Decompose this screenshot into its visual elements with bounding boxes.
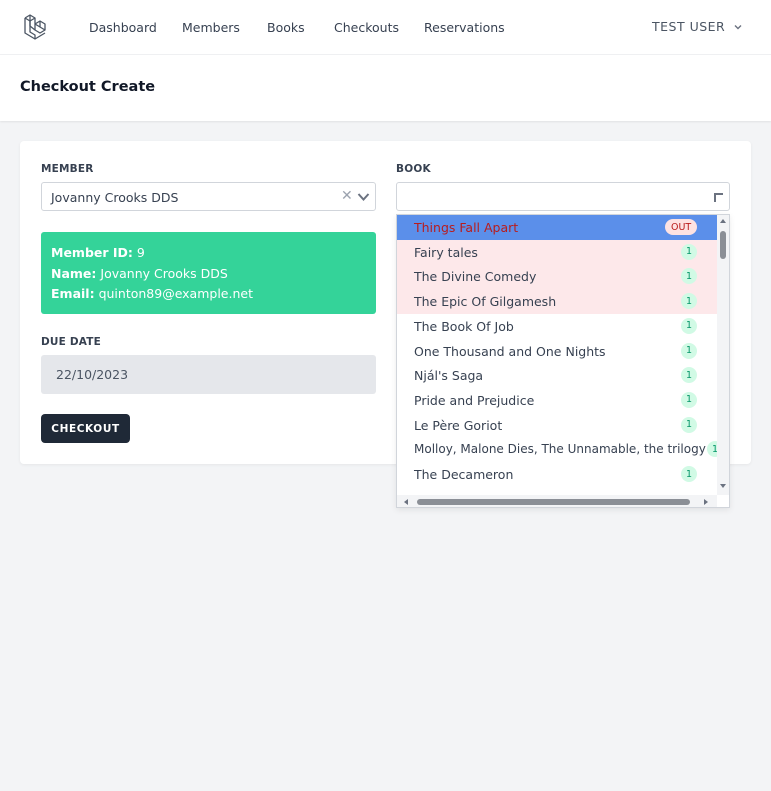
vertical-scrollbar[interactable] <box>717 215 729 495</box>
book-option-title: Njál's Saga <box>414 368 484 384</box>
count-badge: 1 <box>681 367 697 384</box>
book-dropdown-list[interactable]: Things Fall Apart OUT Fairy tales 1 The … <box>396 214 730 508</box>
book-option[interactable]: The Decameron 1 <box>397 462 717 487</box>
member-id-label: Member ID: <box>51 245 133 260</box>
book-option[interactable]: Pride and Prejudice 1 <box>397 388 717 413</box>
status-badge: OUT <box>665 219 698 235</box>
book-option[interactable]: Molloy, Malone Dies, The Unnamable, the … <box>397 437 723 462</box>
member-name-label: Name: <box>51 265 97 281</box>
nav-link-checkouts[interactable]: Checkouts <box>334 20 399 35</box>
user-name: TEST USER <box>652 19 726 34</box>
book-option[interactable]: Things Fall Apart OUT <box>397 215 717 240</box>
chevron-down-icon[interactable] <box>357 191 370 203</box>
member-name-value: Jovanny Crooks DDS <box>100 265 228 281</box>
count-badge: 1 <box>681 391 697 408</box>
member-info-panel: Member ID: 9 Name: Jovanny Crooks DDS Em… <box>41 232 376 314</box>
count-badge: 1 <box>681 268 697 285</box>
nav-link-dashboard[interactable]: Dashboard <box>89 20 157 35</box>
dropdown-caret-icon[interactable] <box>714 193 724 203</box>
nav-link-reservations[interactable]: Reservations <box>424 20 505 35</box>
nav-link-members[interactable]: Members <box>182 20 240 35</box>
page-header: Checkout Create <box>0 55 771 121</box>
book-option[interactable]: The Divine Comedy 1 <box>397 264 717 290</box>
book-option-title: One Thousand and One Nights <box>414 343 606 359</box>
top-navbar: Dashboard Members Books Checkouts Reserv… <box>0 0 771 55</box>
book-option-title: Molloy, Malone Dies, The Unnamable, the … <box>414 442 706 457</box>
count-badge: 1 <box>681 317 697 334</box>
scroll-left-icon[interactable] <box>403 498 409 506</box>
nav-link-books[interactable]: Books <box>267 20 305 35</box>
count-badge: 1 <box>681 243 697 260</box>
user-menu[interactable]: TEST USER <box>652 19 743 34</box>
chevron-down-icon <box>734 24 742 29</box>
book-label: BOOK <box>396 163 431 175</box>
member-select[interactable]: Jovanny Crooks DDS ✕ <box>41 182 376 211</box>
book-option[interactable]: Fairy tales 1 <box>397 239 717 265</box>
checkout-button[interactable]: CHECKOUT <box>41 414 130 443</box>
scroll-up-icon[interactable] <box>719 218 727 224</box>
vertical-scroll-thumb[interactable] <box>720 231 726 259</box>
clear-icon[interactable]: ✕ <box>341 188 353 204</box>
count-badge: 1 <box>681 342 697 359</box>
due-date-value: 22/10/2023 <box>56 367 129 382</box>
book-option-title: Fairy tales <box>414 244 478 260</box>
member-id-value: 9 <box>136 245 145 260</box>
laravel-logo-icon[interactable] <box>22 13 50 41</box>
due-date-label: DUE DATE <box>41 336 102 348</box>
book-option[interactable]: Le Père Goriot 1 <box>397 413 717 438</box>
book-option-title: The Divine Comedy <box>414 269 537 285</box>
book-option-title: Things Fall Apart <box>414 220 519 235</box>
member-select-value: Jovanny Crooks DDS <box>51 190 179 205</box>
page-title: Checkout Create <box>20 79 156 95</box>
book-option[interactable]: The Book Of Job 1 <box>397 314 717 339</box>
due-date-input[interactable]: 22/10/2023 <box>41 355 376 394</box>
member-email-line: Email: quinton89@example.net <box>51 284 366 305</box>
book-option-title: Le Père Goriot <box>414 417 503 433</box>
book-option-title: The Epic Of Gilgamesh <box>414 294 557 310</box>
count-badge: 1 <box>681 293 697 310</box>
member-name-line: Name: Jovanny Crooks DDS <box>51 264 366 285</box>
book-option[interactable]: One Thousand and One Nights 1 <box>397 339 717 364</box>
book-option-title: Pride and Prejudice <box>414 392 535 408</box>
horizontal-scroll-thumb[interactable] <box>417 499 690 505</box>
count-badge: 1 <box>681 416 697 433</box>
scroll-down-icon[interactable] <box>719 483 727 489</box>
book-select[interactable] <box>396 182 730 211</box>
horizontal-scrollbar[interactable] <box>397 495 717 507</box>
count-badge: 1 <box>681 466 697 482</box>
book-option-title: The Decameron <box>414 467 514 482</box>
book-option-title: The Book Of Job <box>414 318 514 334</box>
member-email-label: Email: <box>51 286 95 301</box>
book-option[interactable]: The Epic Of Gilgamesh 1 <box>397 289 717 314</box>
member-label: MEMBER <box>41 163 94 175</box>
book-option[interactable]: Njál's Saga 1 <box>397 363 717 388</box>
member-id-line: Member ID: 9 <box>51 243 366 264</box>
member-email-value: quinton89@example.net <box>98 286 253 301</box>
scroll-right-icon[interactable] <box>703 498 709 506</box>
